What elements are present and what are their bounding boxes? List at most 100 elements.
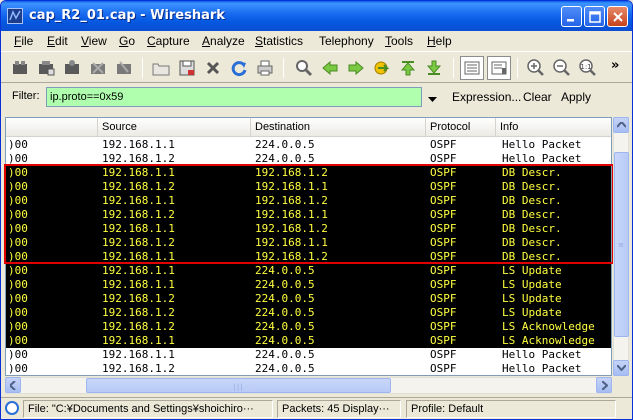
reload-icon[interactable]: [229, 58, 249, 78]
title-bar[interactable]: cap_R2_01.cap - Wireshark: [1, 1, 632, 31]
packet-time: )00: [8, 208, 28, 221]
packet-protocol: OSPF: [430, 306, 457, 319]
toolbar-overflow-chevron-icon[interactable]: »: [611, 58, 619, 73]
menu-analyze[interactable]: Analyze: [202, 34, 245, 48]
packet-row[interactable]: )00 192.168.1.2 224.0.0.5 OSPF LS Update: [6, 306, 611, 320]
main-toolbar: 1:1 »: [1, 51, 632, 83]
packet-list[interactable]: Source Destination Protocol Info )00 192.…: [5, 117, 612, 376]
chevron-right-icon: [602, 381, 608, 390]
filter-input[interactable]: ip.proto==0x59: [46, 87, 422, 107]
clear-button[interactable]: Clear: [523, 90, 552, 104]
horizontal-scroll-thumb[interactable]: |||: [86, 378, 391, 393]
stop-capture-icon[interactable]: [88, 58, 108, 78]
zoom-in-icon[interactable]: [526, 58, 546, 78]
packet-row[interactable]: )00 192.168.1.2 224.0.0.5 OSPF Hello Packet: [6, 362, 611, 375]
menu-file[interactable]: File: [14, 34, 33, 48]
menu-go[interactable]: Go: [119, 34, 135, 48]
start-capture-icon[interactable]: [62, 58, 82, 78]
go-back-icon[interactable]: [320, 58, 340, 78]
column-header-protocol[interactable]: Protocol: [426, 118, 496, 137]
status-profile[interactable]: Profile: Default: [406, 400, 616, 418]
menu-tools[interactable]: Tools: [385, 34, 413, 48]
packet-row[interactable]: )00 192.168.1.2 224.0.0.5 OSPF LS Acknowledg…: [6, 320, 611, 334]
menu-edit[interactable]: Edit: [47, 34, 68, 48]
menu-view[interactable]: View: [81, 34, 107, 48]
packet-row[interactable]: )00 192.168.1.1 192.168.1.2 OSPF DB Descr.: [6, 222, 611, 236]
print-icon[interactable]: [255, 58, 275, 78]
packet-destination: 224.0.0.5: [255, 306, 315, 319]
packet-source: 192.168.1.2: [102, 362, 175, 375]
packet-destination: 224.0.0.5: [255, 334, 315, 347]
capture-options-icon[interactable]: [36, 58, 56, 78]
zoom-out-icon[interactable]: [552, 58, 572, 78]
horizontal-scrollbar[interactable]: |||: [5, 377, 612, 394]
normal-size-icon[interactable]: 1:1: [578, 58, 598, 78]
expression-button[interactable]: Expression...: [452, 90, 521, 104]
packet-row[interactable]: )00 192.168.1.2 224.0.0.5 OSPF LS Update: [6, 292, 611, 306]
chevron-up-icon: [617, 122, 626, 128]
menu-capture[interactable]: Capture: [147, 34, 190, 48]
restart-capture-icon[interactable]: [114, 58, 134, 78]
column-header-info[interactable]: Info: [496, 118, 611, 137]
apply-button[interactable]: Apply: [561, 90, 591, 104]
packet-row[interactable]: )00 192.168.1.1 224.0.0.5 OSPF LS Update: [6, 264, 611, 278]
wireshark-app-icon[interactable]: [7, 8, 23, 24]
packet-row[interactable]: )00 192.168.1.1 224.0.0.5 OSPF Hello Packet: [6, 348, 611, 362]
save-file-icon[interactable]: [177, 58, 197, 78]
close-button[interactable]: [607, 6, 628, 27]
menu-help[interactable]: Help: [427, 34, 452, 48]
minimize-button[interactable]: [561, 6, 582, 27]
packet-destination: 224.0.0.5: [255, 264, 315, 277]
packet-row[interactable]: )00 192.168.1.2 192.168.1.1 OSPF DB Descr.: [6, 236, 611, 250]
packet-source: 192.168.1.2: [102, 320, 175, 333]
column-header-time[interactable]: [6, 118, 98, 137]
vertical-scroll-thumb[interactable]: ≡: [614, 152, 629, 337]
packet-row[interactable]: )00 192.168.1.1 192.168.1.2 OSPF DB Descr.: [6, 194, 611, 208]
menu-statistics[interactable]: Statistics: [255, 34, 303, 48]
filter-dropdown-chevron-icon[interactable]: [428, 93, 437, 106]
scroll-down-button[interactable]: [613, 360, 629, 376]
packet-info: LS Update: [502, 278, 562, 291]
expert-info-icon[interactable]: [5, 401, 19, 418]
packet-protocol: OSPF: [430, 250, 457, 263]
vertical-scrollbar[interactable]: ≡: [613, 117, 629, 376]
packet-row[interactable]: )00 192.168.1.2 192.168.1.1 OSPF DB Descr.: [6, 208, 611, 222]
go-forward-icon[interactable]: [346, 58, 366, 78]
packet-row[interactable]: )00 192.168.1.1 224.0.0.5 OSPF LS Acknowledg…: [6, 334, 611, 348]
packet-destination: 192.168.1.2: [255, 250, 328, 263]
toolbar-separator: [517, 58, 518, 78]
column-header-source[interactable]: Source: [98, 118, 251, 137]
window-title: cap_R2_01.cap - Wireshark: [29, 8, 225, 23]
go-to-packet-icon[interactable]: [372, 58, 392, 78]
packet-row[interactable]: )00 192.168.1.2 192.168.1.1 OSPF DB Descr.: [6, 180, 611, 194]
auto-scroll-icon[interactable]: [487, 56, 511, 80]
colorize-packet-list-icon[interactable]: [460, 56, 484, 80]
scroll-left-button[interactable]: [5, 377, 21, 393]
scroll-right-button[interactable]: [596, 377, 612, 393]
open-file-icon[interactable]: [151, 58, 171, 78]
packet-protocol: OSPF: [430, 236, 457, 249]
packet-destination: 224.0.0.5: [255, 320, 315, 333]
packet-row[interactable]: )00 192.168.1.2 224.0.0.5 OSPF Hello Packet: [6, 152, 611, 166]
packet-time: )00: [8, 320, 28, 333]
packet-source: 192.168.1.2: [102, 292, 175, 305]
scroll-up-button[interactable]: [613, 117, 629, 133]
maximize-button[interactable]: [584, 6, 605, 27]
packet-source: 192.168.1.1: [102, 222, 175, 235]
packet-protocol: OSPF: [430, 138, 457, 151]
interfaces-icon[interactable]: [10, 58, 30, 78]
packet-row[interactable]: )00 192.168.1.1 192.168.1.2 OSPF DB Descr.: [6, 166, 611, 180]
packet-row[interactable]: )00 192.168.1.1 192.168.1.2 OSPF DB Descr.: [6, 250, 611, 264]
close-file-icon[interactable]: [203, 58, 223, 78]
find-packet-icon[interactable]: [294, 58, 314, 78]
go-last-packet-icon[interactable]: [424, 58, 444, 78]
column-header-destination[interactable]: Destination: [251, 118, 426, 137]
go-first-packet-icon[interactable]: [398, 58, 418, 78]
packet-row[interactable]: )00 192.168.1.1 224.0.0.5 OSPF LS Update: [6, 278, 611, 292]
packet-source: 192.168.1.1: [102, 264, 175, 277]
menu-telephony[interactable]: Telephony: [319, 34, 374, 48]
svg-text:1:1: 1:1: [580, 63, 591, 71]
packet-protocol: OSPF: [430, 320, 457, 333]
status-file: File: "C:¥Documents and Settings¥shoichi…: [23, 400, 273, 418]
packet-row[interactable]: )00 192.168.1.1 224.0.0.5 OSPF Hello Packet: [6, 138, 611, 152]
